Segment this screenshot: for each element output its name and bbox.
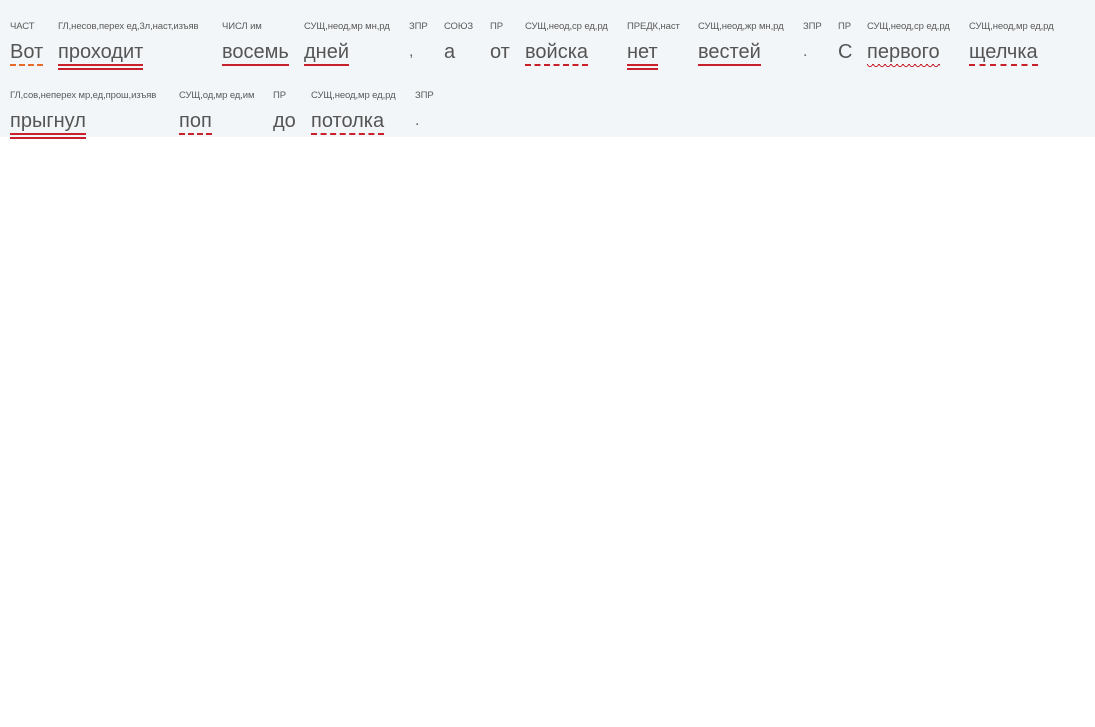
grammar-tag: СУЩ,од,мр ед,им [179, 90, 255, 101]
grammar-tag: СУЩ,неод,жр мн,рд [698, 21, 784, 32]
grammar-tag: ГЛ,сов,неперех мр,ед,прош,изъяв [10, 90, 157, 101]
syntax-underline [179, 133, 212, 135]
word[interactable]: . [803, 39, 807, 65]
word[interactable]: С [838, 39, 852, 65]
word[interactable]: вестей [698, 39, 761, 65]
grammar-tag: ЗПР [415, 90, 434, 101]
word[interactable]: щелчка [969, 39, 1038, 65]
grammar-tag: ПР [273, 90, 286, 101]
word[interactable]: первого [867, 39, 940, 65]
syntax-underline [698, 64, 761, 66]
grammar-tag: ПР [490, 21, 503, 32]
grammar-tag: СУЩ,неод,мр мн,рд [304, 21, 390, 32]
syntax-underline [525, 64, 589, 66]
syntax-underline [58, 64, 144, 70]
word[interactable]: потолка [311, 108, 384, 134]
word[interactable]: дней [304, 39, 349, 65]
sentence-parse-panel: ЧАСТ Вот ГЛ,несов,перех ед,3л,наст,изъяв пр… [0, 0, 1095, 139]
word[interactable]: от [490, 39, 510, 65]
word[interactable]: , [409, 39, 413, 65]
grammar-tag: ЧИСЛ им [222, 21, 262, 32]
syntax-underline [311, 133, 385, 135]
grammar-tag: ЗПР [803, 21, 822, 32]
parse-line-1: ЧАСТ Вот ГЛ,несов,перех ед,3л,наст,изъяв пр… [0, 21, 1095, 81]
grammar-tag: СОЮЗ [444, 21, 473, 32]
parse-line-2: ГЛ,сов,неперех мр,ед,прош,изъяв прыгнул СУ… [0, 90, 1095, 150]
word[interactable]: поп [179, 108, 212, 134]
syntax-underline [627, 64, 658, 70]
syntax-underline [867, 64, 940, 69]
word[interactable]: нет [627, 39, 658, 65]
syntax-underline [222, 64, 289, 66]
grammar-tag: СУЩ,неод,ср ед,рд [867, 21, 950, 32]
grammar-tag: СУЩ,неод,мр ед,рд [311, 90, 396, 101]
word[interactable]: проходит [58, 39, 143, 65]
syntax-underline [969, 64, 1038, 66]
grammar-tag: ЧАСТ [10, 21, 35, 32]
grammar-tag: ЗПР [409, 21, 428, 32]
syntax-underline [304, 64, 350, 66]
grammar-tag: СУЩ,неод,мр ед,рд [969, 21, 1054, 32]
word[interactable]: до [273, 108, 296, 134]
word[interactable]: а [444, 39, 455, 65]
grammar-tag: ГЛ,несов,перех ед,3л,наст,изъяв [58, 21, 199, 32]
word[interactable]: Вот [10, 39, 43, 65]
word[interactable]: восемь [222, 39, 289, 65]
syntax-underline [10, 64, 44, 66]
word[interactable]: войска [525, 39, 588, 65]
grammar-tag: ПР [838, 21, 851, 32]
syntax-underline [10, 133, 86, 139]
grammar-tag: СУЩ,неод,ср ед,рд [525, 21, 608, 32]
word[interactable]: прыгнул [10, 108, 86, 134]
word[interactable]: . [415, 108, 419, 134]
grammar-tag: ПРЕДК,наст [627, 21, 680, 32]
